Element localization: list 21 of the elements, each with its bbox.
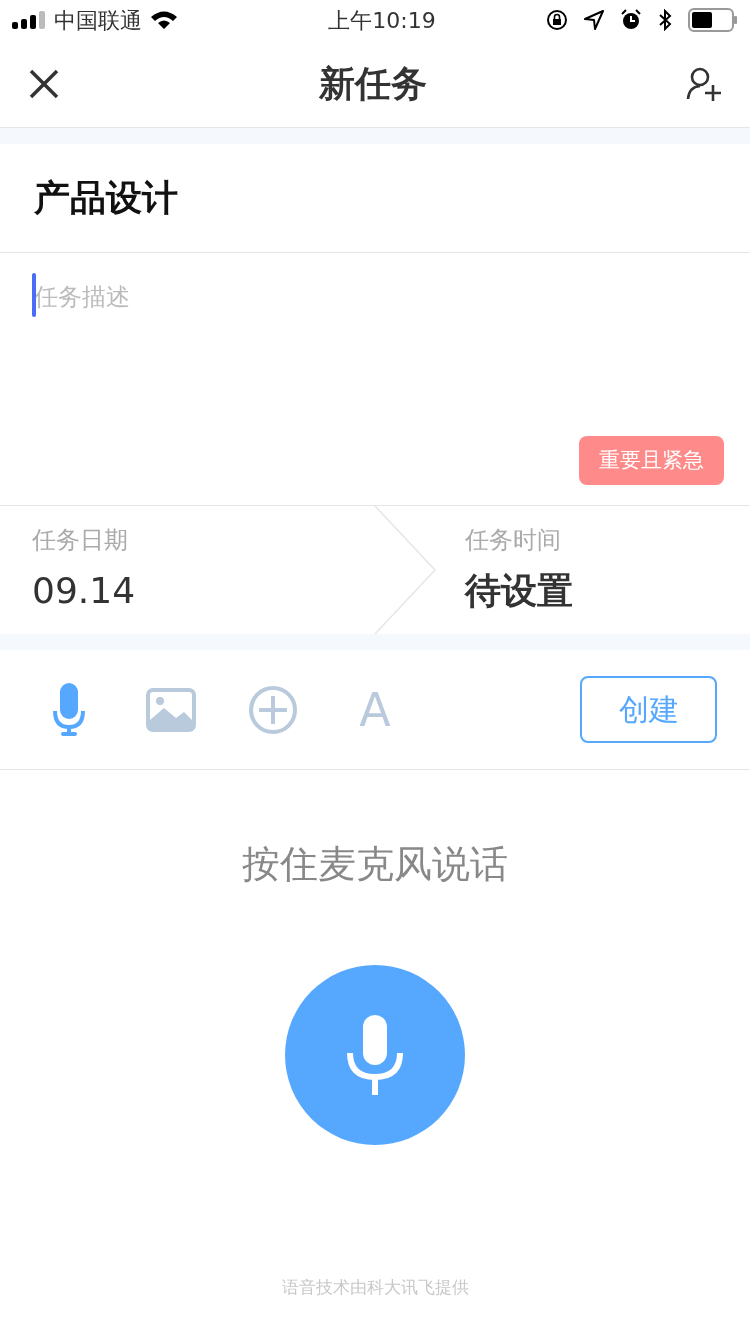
bluetooth-icon <box>658 9 672 31</box>
schedule-cell[interactable]: 任务日期 09.14 <box>0 506 375 634</box>
microphone-icon <box>345 1015 405 1095</box>
location-icon <box>584 10 604 30</box>
schedule-cell[interactable]: 任务时间 待设置 <box>375 506 750 634</box>
text-format-button[interactable]: A <box>350 682 400 737</box>
voice-hint: 按住麦克风说话 <box>242 841 508 888</box>
wifi-icon <box>150 10 178 30</box>
text-cursor <box>32 273 36 317</box>
priority-tag[interactable]: 重要且紧急 <box>579 435 724 485</box>
alarm-icon <box>620 9 642 31</box>
status-time: 上午10:19 <box>328 6 436 35</box>
add-member-button[interactable] <box>686 66 722 101</box>
close-button[interactable] <box>28 67 60 100</box>
task-title: 产品设计 <box>34 176 178 220</box>
page-title: 新任务 <box>319 61 427 106</box>
battery-icon <box>688 8 738 32</box>
carrier-name: 中国联通 <box>54 6 142 35</box>
signal-icon <box>12 11 46 29</box>
create-button[interactable]: 创建 <box>580 676 717 743</box>
rotation-lock-icon <box>546 9 568 31</box>
